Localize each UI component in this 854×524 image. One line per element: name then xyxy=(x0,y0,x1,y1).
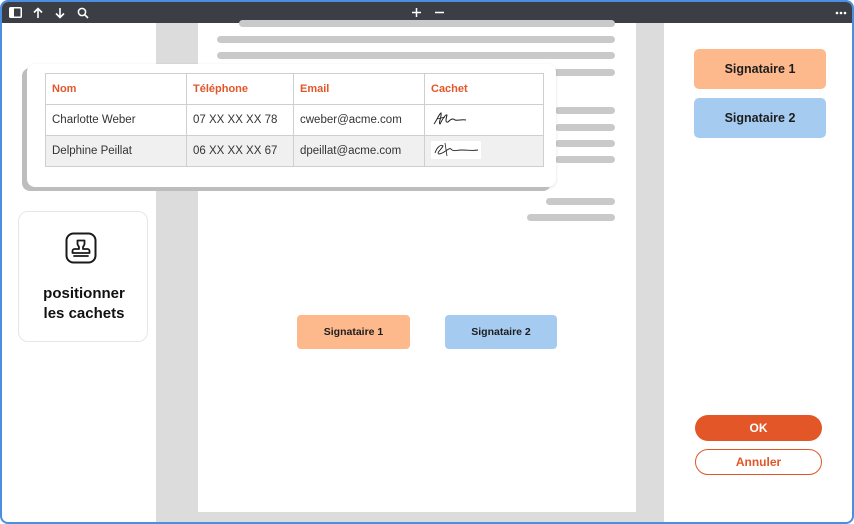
signer-name: Charlotte Weber xyxy=(45,104,187,136)
table-row[interactable]: Charlotte Weber 07 XX XX XX 78 cweber@ac… xyxy=(45,104,544,136)
signer-name: Delphine Peillat xyxy=(45,135,187,167)
signer-phone: 07 XX XX XX 78 xyxy=(186,104,294,136)
column-header-phone: Téléphone xyxy=(186,73,294,105)
text-line xyxy=(217,36,615,43)
search-icon[interactable] xyxy=(74,4,92,21)
arrow-up-icon[interactable] xyxy=(29,4,47,21)
table-row[interactable]: Delphine Peillat 06 XX XX XX 67 dpeillat… xyxy=(45,135,544,167)
column-header-stamp: Cachet xyxy=(424,73,544,105)
text-line xyxy=(552,69,615,76)
app-window: Nom Téléphone Email Cachet Charlotte Web… xyxy=(0,0,854,524)
column-header-email: Email xyxy=(293,73,425,105)
signature-image xyxy=(431,140,481,159)
text-line xyxy=(555,156,615,163)
cancel-button[interactable]: Annuler xyxy=(695,449,822,475)
signer1-button[interactable]: Signataire 1 xyxy=(694,49,826,89)
text-line xyxy=(555,107,615,114)
signers-table-card: Nom Téléphone Email Cachet Charlotte Web… xyxy=(27,64,556,187)
signer2-stamp-placement[interactable]: Signataire 2 xyxy=(445,315,557,349)
stamp-cell xyxy=(424,104,544,136)
position-stamps-card[interactable]: positionner les cachets xyxy=(18,211,148,342)
signer-email: dpeillat@acme.com xyxy=(293,135,425,167)
table-header-row: Nom Téléphone Email Cachet xyxy=(45,73,544,105)
signature-image xyxy=(433,111,467,125)
column-header-name: Nom xyxy=(45,73,187,105)
sidebar-toggle-icon[interactable] xyxy=(6,4,24,21)
signers-table: Nom Téléphone Email Cachet Charlotte Web… xyxy=(45,73,544,167)
text-line xyxy=(546,198,615,205)
zoom-out-icon[interactable] xyxy=(430,4,448,21)
stamp-cell xyxy=(424,135,544,167)
signer1-stamp-placement[interactable]: Signataire 1 xyxy=(297,315,410,349)
signer-email: cweber@acme.com xyxy=(293,104,425,136)
text-line xyxy=(555,140,615,147)
text-line xyxy=(239,20,615,27)
arrow-down-icon[interactable] xyxy=(51,4,69,21)
zoom-in-icon[interactable] xyxy=(407,4,425,21)
text-line xyxy=(217,52,615,59)
signer-phone: 06 XX XX XX 67 xyxy=(186,135,294,167)
ok-button[interactable]: OK xyxy=(695,415,822,441)
more-options-icon[interactable] xyxy=(832,4,850,21)
position-stamps-label: positionner les cachets xyxy=(43,285,125,322)
stamp-icon xyxy=(65,232,97,264)
text-line xyxy=(555,124,615,131)
text-line xyxy=(527,214,615,221)
signer2-button[interactable]: Signataire 2 xyxy=(694,98,826,138)
